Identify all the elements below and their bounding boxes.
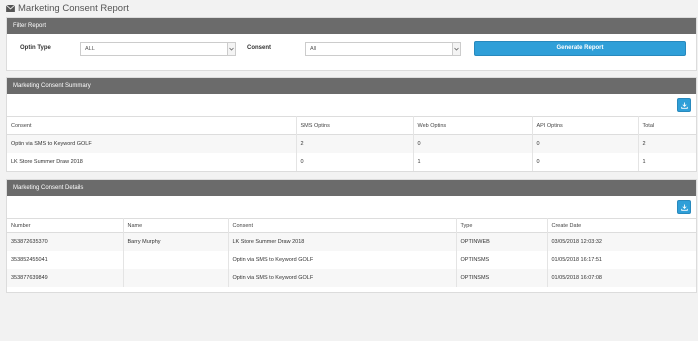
summary-panel-heading: Marketing Consent Summary: [7, 78, 696, 94]
column-header-consent: Consent: [7, 116, 297, 135]
filter-panel-heading: Filter Report: [7, 18, 696, 34]
cell-consent: Optin via SMS to Keyword GOLF: [228, 250, 457, 269]
filter-panel: Filter Report Optin Type ALL Consent All…: [6, 17, 697, 71]
summary-panel: Marketing Consent Summary Consent SMS Op…: [6, 77, 697, 172]
envelope-icon: [6, 4, 15, 12]
details-panel: Marketing Consent Details Number Name Co…: [6, 179, 697, 293]
column-header-sms-optins: SMS Optins: [296, 116, 414, 135]
column-header-web-optins: Web Optins: [413, 116, 533, 135]
cell-number: 353877639849: [7, 268, 124, 287]
column-header-total: Total: [642, 122, 655, 129]
consent-value: All: [310, 46, 317, 52]
cell-create-date: 03/05/2018 12:03:32: [551, 238, 602, 245]
cell-web-optins: 1: [413, 152, 533, 171]
cell-name: Barry Murphy: [123, 232, 229, 251]
column-header-create-date: Create Date: [551, 222, 582, 229]
column-header-number: Number: [7, 218, 124, 233]
page-header: Marketing Consent Report: [6, 2, 129, 14]
details-header-row: Number Name Consent Type Create Date: [7, 218, 696, 233]
page-title: Marketing Consent Report: [18, 2, 129, 14]
cell-total: 1: [642, 158, 646, 165]
summary-download-button[interactable]: [677, 98, 691, 112]
table-row: LK Store Summer Draw 2018 0 1 0 1: [7, 152, 696, 171]
table-row: 353872635370 Barry Murphy LK Store Summe…: [7, 232, 696, 251]
cell-consent: LK Store Summer Draw 2018: [228, 232, 457, 251]
table-row: 353852455041 Optin via SMS to Keyword GO…: [7, 250, 696, 269]
details-toolbar: [7, 196, 696, 218]
cell-api-optins: 0: [532, 152, 639, 171]
column-header-name: Name: [123, 218, 229, 233]
cell-number: 353852455041: [7, 250, 124, 269]
cell-consent: Optin via SMS to Keyword GOLF: [228, 268, 457, 287]
optin-type-value: ALL: [85, 46, 95, 52]
download-icon: [680, 101, 688, 109]
summary-header-row: Consent SMS Optins Web Optins API Optins…: [7, 116, 696, 135]
generate-report-button[interactable]: Generate Report: [474, 41, 686, 56]
cell-create-date: 01/05/2018 16:07:08: [551, 274, 602, 281]
cell-consent: LK Store Summer Draw 2018: [7, 152, 297, 171]
optin-type-label: Optin Type: [20, 45, 51, 51]
cell-web-optins: 0: [413, 134, 533, 153]
optin-type-select[interactable]: ALL: [80, 42, 236, 56]
chevron-down-icon: [227, 43, 235, 55]
table-row: Optin via SMS to Keyword GOLF 2 0 0 2: [7, 134, 696, 153]
column-header-type: Type: [456, 218, 548, 233]
details-download-button[interactable]: [677, 200, 691, 214]
details-table: Number Name Consent Type Create Date 353…: [7, 218, 696, 287]
cell-type: OPTINSMS: [456, 268, 548, 287]
table-row: 353877639849 Optin via SMS to Keyword GO…: [7, 268, 696, 287]
cell-consent: Optin via SMS to Keyword GOLF: [7, 134, 297, 153]
summary-toolbar: [7, 94, 696, 116]
cell-name: [123, 268, 229, 287]
cell-sms-optins: 0: [296, 152, 414, 171]
cell-total: 2: [642, 140, 646, 147]
column-header-consent: Consent: [228, 218, 457, 233]
cell-name: [123, 250, 229, 269]
cell-number: 353872635370: [7, 232, 124, 251]
cell-create-date: 01/05/2018 16:17:51: [551, 256, 602, 263]
chevron-down-icon: [452, 43, 460, 55]
cell-api-optins: 0: [532, 134, 639, 153]
cell-type: OPTINWEB: [456, 232, 548, 251]
download-icon: [680, 203, 688, 211]
details-panel-heading: Marketing Consent Details: [7, 180, 696, 196]
consent-select[interactable]: All: [305, 42, 461, 56]
cell-sms-optins: 2: [296, 134, 414, 153]
summary-table: Consent SMS Optins Web Optins API Optins…: [7, 116, 696, 171]
cell-type: OPTINSMS: [456, 250, 548, 269]
consent-label: Consent: [247, 45, 271, 51]
column-header-api-optins: API Optins: [532, 116, 639, 135]
